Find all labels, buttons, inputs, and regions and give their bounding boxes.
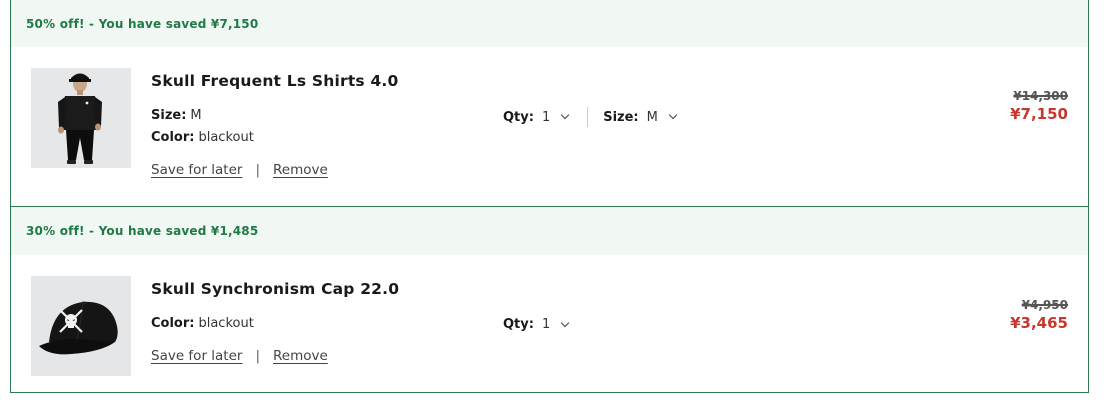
size-label: Size: [151,108,187,123]
item-options: Qty: 1 Size: M [503,107,678,127]
color-attribute: Color: blackout [151,316,254,331]
link-separator: | [255,348,261,364]
price-block: ¥4,950 ¥3,465 [1010,298,1068,332]
qty-value: 1 [541,109,551,125]
size-select-value: M [646,109,658,125]
color-attribute: Color: blackout [151,130,254,145]
original-price: ¥4,950 [1021,298,1068,312]
item-actions: Save for later | Remove [151,348,328,364]
qty-value: 1 [541,317,551,332]
promo-banner: 50% off! - You have saved ¥7,150 [11,0,1088,47]
original-price: ¥14,300 [1013,89,1068,103]
chevron-down-icon [668,110,678,120]
color-label: Color: [151,130,195,145]
size-attribute: Size: M [151,108,202,123]
qty-label: Qty: [503,109,534,125]
cart-item: 30% off! - You have saved ¥1,485 Skull S… [10,206,1089,393]
qty-select[interactable]: Qty: 1 [503,109,570,125]
cart-item: 50% off! - You have saved ¥7,150 Skull F… [10,0,1089,207]
link-separator: | [255,162,261,178]
qty-label: Qty: [503,317,534,332]
shirt-model-photo-icon [31,68,131,168]
price-block: ¥14,300 ¥7,150 [1010,89,1068,123]
remove-link[interactable]: Remove [273,162,328,178]
sale-price: ¥3,465 [1010,314,1068,332]
promo-banner: 30% off! - You have saved ¥1,485 [11,207,1088,255]
product-image[interactable] [31,276,131,376]
black-cap-photo-icon [31,276,131,376]
save-for-later-link[interactable]: Save for later [151,348,242,364]
item-options: Qty: 1 [503,317,570,332]
color-label: Color: [151,316,195,331]
size-value: M [190,108,202,123]
color-value: blackout [198,130,254,145]
chevron-down-icon [560,318,570,327]
save-for-later-link[interactable]: Save for later [151,162,242,178]
promo-text: 30% off! - You have saved ¥1,485 [26,224,259,238]
options-divider [587,107,589,127]
size-select-label: Size: [603,109,639,125]
product-title[interactable]: Skull Synchronism Cap 22.0 [151,280,399,298]
product-image[interactable] [31,68,131,168]
product-title[interactable]: Skull Frequent Ls Shirts 4.0 [151,72,399,90]
qty-select[interactable]: Qty: 1 [503,317,570,332]
remove-link[interactable]: Remove [273,348,328,364]
color-value: blackout [198,316,254,331]
item-actions: Save for later | Remove [151,162,328,178]
promo-text: 50% off! - You have saved ¥7,150 [26,16,259,31]
size-select[interactable]: Size: M [603,109,678,125]
chevron-down-icon [560,110,570,120]
sale-price: ¥7,150 [1010,105,1068,123]
